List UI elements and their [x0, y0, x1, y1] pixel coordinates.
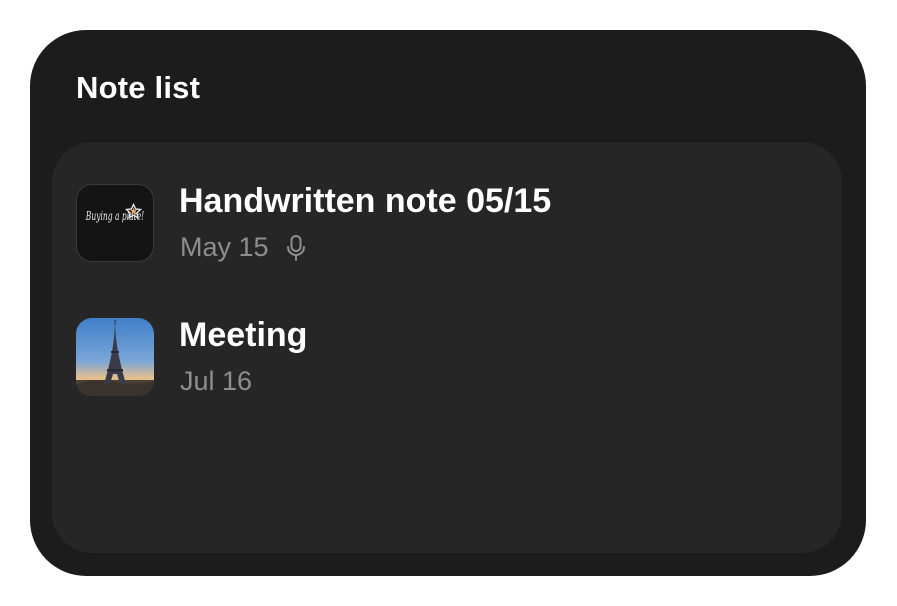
widget-title[interactable]: Note list	[76, 70, 200, 106]
note-list-card: Buying a plate! Handwritten note 05/15 M…	[52, 142, 842, 553]
note-title: Meeting	[179, 316, 308, 354]
note-date: Jul 16	[180, 366, 253, 396]
note-date: May 15	[180, 232, 269, 262]
note-list-widget: Note list Buying a plate! Handwritten no…	[30, 30, 866, 576]
note-title: Handwritten note 05/15	[179, 182, 552, 220]
note-item-meeting[interactable]: Meeting Jul 16	[76, 316, 816, 400]
handwritten-note-thumbnail: Buying a plate!	[76, 184, 154, 262]
note-meta: May 15	[180, 232, 307, 263]
eiffel-tower-photo-thumbnail	[76, 318, 154, 396]
note-meta: Jul 16	[180, 366, 252, 397]
microphone-icon	[285, 234, 307, 262]
note-item-handwritten[interactable]: Buying a plate! Handwritten note 05/15 M…	[76, 182, 816, 266]
